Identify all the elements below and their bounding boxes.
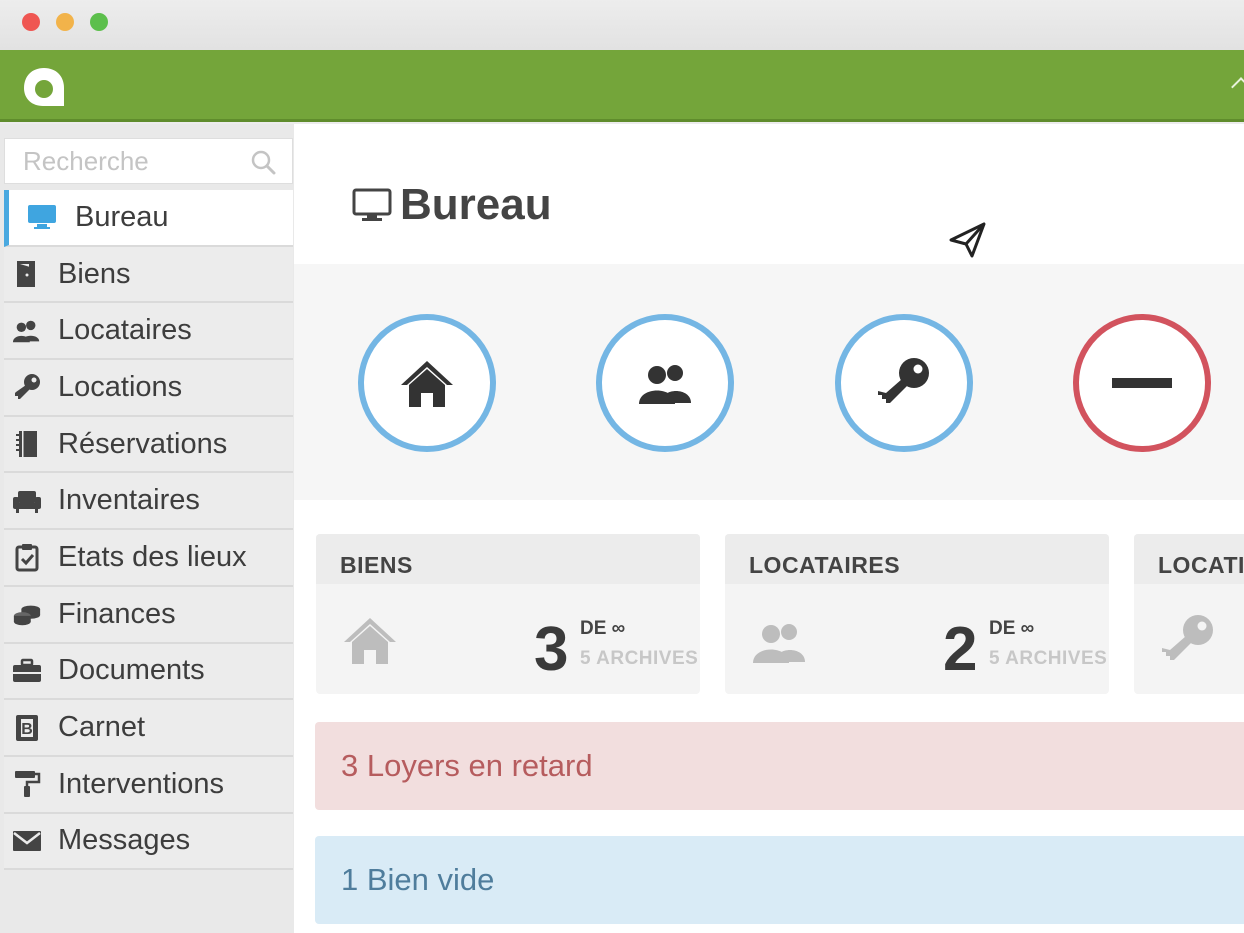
- sidebar-item-label: Etats des lieux: [58, 540, 247, 573]
- sidebar-menu: Bureau Biens Locataires Locations Réserv…: [4, 190, 293, 871]
- sidebar-item-label: Finances: [58, 597, 176, 630]
- sidebar-item-label: Inventaires: [58, 484, 200, 517]
- page-title: Bureau: [352, 180, 552, 230]
- stat-card-locataires[interactable]: LOCATAIRES 2 DE ∞ 5 ARCHIVES: [725, 534, 1109, 694]
- house-icon: [344, 618, 396, 664]
- sidebar-item-carnet[interactable]: B Carnet: [4, 700, 293, 757]
- monitor-icon: [27, 202, 57, 232]
- key-icon: [878, 358, 929, 403]
- quick-add-rental-button[interactable]: [835, 314, 973, 452]
- minimize-window-button[interactable]: [56, 13, 74, 31]
- stat-card-title: LOCATAIRES: [725, 534, 1109, 584]
- sidebar-item-label: Documents: [58, 654, 205, 687]
- send-arrow-icon: [949, 222, 986, 258]
- sidebar-item-label: Interventions: [58, 767, 225, 800]
- stat-count: 3: [534, 615, 569, 684]
- armchair-icon: [12, 486, 42, 516]
- main-content: Bureau BIENS 3 DE ∞ 5 ARCHIVES LOCATAIRE…: [294, 124, 1244, 933]
- quick-add-property-button[interactable]: [358, 314, 496, 452]
- coins-icon: [12, 599, 42, 629]
- stat-card-title: BIENS: [316, 534, 700, 584]
- sidebar-item-label: Locataires: [58, 314, 192, 347]
- sidebar-item-label: Locations: [58, 370, 183, 403]
- house-icon: [401, 361, 453, 407]
- key-icon: [12, 372, 42, 402]
- key-icon: [1162, 615, 1213, 660]
- late-rent-alert[interactable]: 3 Loyers en retard: [315, 722, 1244, 810]
- stat-limit: DE ∞: [989, 618, 1035, 639]
- sidebar: Bureau Biens Locataires Locations Réserv…: [0, 124, 294, 933]
- envelope-icon: [12, 826, 42, 856]
- stat-card-biens[interactable]: BIENS 3 DE ∞ 5 ARCHIVES: [316, 534, 700, 694]
- svg-text:B: B: [21, 721, 33, 738]
- sidebar-item-locataires[interactable]: Locataires: [4, 303, 293, 361]
- window-titlebar: [0, 0, 1244, 50]
- sidebar-item-label: Biens: [58, 257, 131, 290]
- monitor-icon: [352, 188, 392, 221]
- maximize-window-button[interactable]: [90, 13, 108, 31]
- close-window-button[interactable]: [22, 13, 40, 31]
- sidebar-item-documents[interactable]: Documents: [4, 643, 293, 701]
- users-icon: [639, 365, 691, 404]
- sidebar-item-interventions[interactable]: Interventions: [4, 756, 293, 814]
- stat-card-title: LOCATIONS: [1134, 534, 1244, 584]
- search-box: [4, 138, 293, 184]
- stat-card-locations[interactable]: LOCATIONS: [1134, 534, 1244, 694]
- empty-property-alert[interactable]: 1 Bien vide: [315, 836, 1244, 924]
- sidebar-item-biens[interactable]: Biens: [4, 246, 293, 304]
- page-title-text: Bureau: [400, 180, 552, 229]
- sidebar-item-label: Bureau: [75, 200, 169, 233]
- minus-icon: [1112, 378, 1172, 388]
- paint-roller-icon: [12, 769, 42, 799]
- sidebar-item-inventaires[interactable]: Inventaires: [4, 473, 293, 531]
- door-icon: [12, 259, 42, 289]
- stat-archives: 5 ARCHIVES: [989, 648, 1108, 669]
- quick-remove-button[interactable]: [1073, 314, 1211, 452]
- notebook-icon: [12, 429, 42, 459]
- checklist-icon: [12, 542, 42, 572]
- sidebar-item-locations[interactable]: Locations: [4, 360, 293, 417]
- sidebar-item-bureau[interactable]: Bureau: [4, 190, 293, 247]
- quick-add-tenant-button[interactable]: [596, 314, 734, 452]
- address-book-icon: B: [12, 713, 42, 743]
- stat-count: 2: [943, 615, 978, 684]
- users-icon: [753, 624, 805, 663]
- quick-actions-band: [294, 264, 1244, 500]
- top-bar: [0, 50, 1244, 122]
- users-icon: [12, 316, 42, 346]
- stat-archives: 5 ARCHIVES: [580, 648, 699, 669]
- sidebar-item-label: Messages: [58, 824, 191, 857]
- sidebar-item-etats-des-lieux[interactable]: Etats des lieux: [4, 530, 293, 587]
- app-logo-icon[interactable]: [20, 64, 68, 110]
- sidebar-item-label: Réservations: [58, 427, 228, 460]
- sidebar-item-label: Carnet: [58, 711, 146, 744]
- search-input[interactable]: [5, 139, 235, 183]
- stat-limit: DE ∞: [580, 618, 626, 639]
- briefcase-icon: [12, 656, 42, 686]
- sidebar-item-finances[interactable]: Finances: [4, 586, 293, 644]
- search-icon[interactable]: [250, 149, 276, 175]
- sidebar-item-reservations[interactable]: Réservations: [4, 416, 293, 474]
- sidebar-item-messages[interactable]: Messages: [4, 813, 293, 871]
- chevron-up-icon[interactable]: [1231, 77, 1244, 97]
